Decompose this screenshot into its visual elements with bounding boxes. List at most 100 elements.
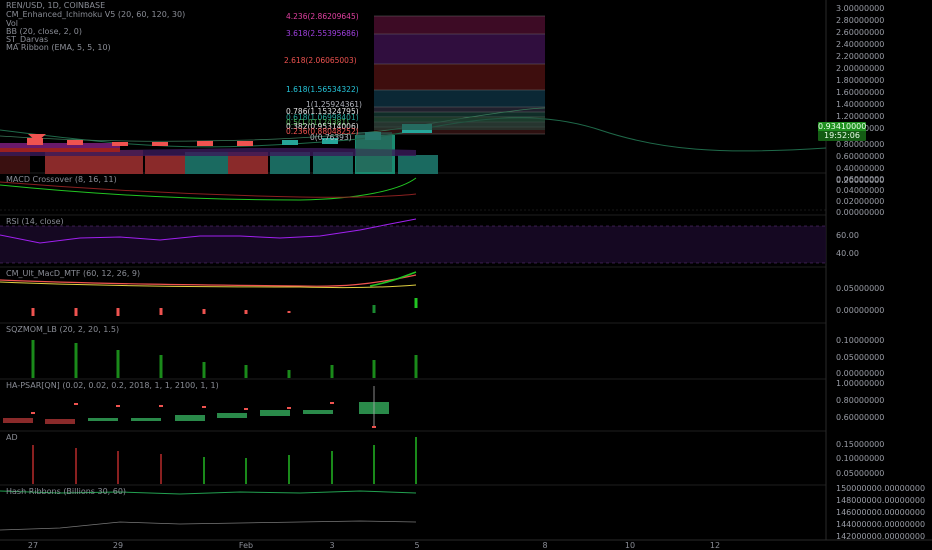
time-axis-label: 3 — [329, 541, 335, 550]
price-axis-label: 2.00000000 — [836, 64, 885, 73]
ad-pane-title[interactable]: AD — [6, 433, 18, 442]
rsi-axis-label: 60.00 — [836, 231, 859, 240]
psar-candle — [88, 418, 118, 421]
sqz-bar — [244, 365, 248, 378]
sqz-bar — [372, 360, 376, 378]
psar-candle — [217, 413, 247, 418]
macd-axis-label: 0.04000000 — [836, 186, 885, 195]
psar-dot — [372, 426, 376, 428]
signal-line — [0, 181, 417, 198]
sqz-bar — [31, 340, 35, 378]
macd-pane-title[interactable]: MACD Crossover (8, 16, 11) — [6, 175, 117, 184]
psar-dot — [202, 406, 206, 408]
candle — [67, 140, 83, 145]
chart-workspace[interactable]: REN/USD, 1D, COINBASE CM_Enhanced_Ichimo… — [0, 0, 932, 550]
ad-axis-label: 0.10000000 — [836, 454, 885, 463]
psar-candle — [45, 419, 75, 424]
time-axis-label: 27 — [27, 541, 39, 550]
cm-macd-axis-label: 0.05000000 — [836, 284, 885, 293]
psar-dot — [74, 403, 78, 405]
fib-band — [374, 16, 545, 34]
cm-histogram-bar — [159, 308, 163, 315]
ad-bar — [203, 457, 205, 484]
zone-box — [374, 118, 545, 130]
macd-axis-label: 0.00000000 — [836, 208, 885, 217]
candle — [282, 140, 298, 145]
fib-band — [374, 34, 545, 64]
price-axis-label: 2.40000000 — [836, 40, 885, 49]
candle — [112, 142, 128, 146]
ad-bar — [32, 445, 34, 484]
fib-band — [374, 112, 545, 117]
highlight-box — [356, 132, 392, 172]
time-axis-label: 5 — [414, 541, 420, 550]
cm-macd-pane-title[interactable]: CM_Ult_MacD_MTF (60, 12, 26, 9) — [6, 269, 140, 278]
hash-axis-label: 144000000.00000000 — [836, 520, 926, 529]
cm-histogram-bar — [116, 308, 120, 316]
psar-candle — [131, 418, 161, 421]
fib-level-label[interactable]: 0(0.76393) — [310, 133, 352, 142]
sqz-bar — [116, 350, 120, 378]
ad-bar — [415, 437, 417, 484]
psar-candle — [175, 415, 205, 421]
hash-ribbon-slow — [0, 520, 417, 531]
sqzmom-axis-label: 0.00000000 — [836, 369, 885, 378]
psar-candle — [303, 410, 333, 414]
indicator-label[interactable]: MA Ribbon (EMA, 5, 5, 10) — [6, 43, 111, 52]
price-axis-label: 1.60000000 — [836, 88, 885, 97]
psar-axis-label: 1.00000000 — [836, 379, 885, 388]
sqz-bar — [414, 355, 418, 378]
rsi-pane-title[interactable]: RSI (14, close) — [6, 217, 64, 226]
sqzmom-axis-label: 0.05000000 — [836, 353, 885, 362]
time-axis-label: 10 — [624, 541, 636, 550]
countdown-tag: 19:52:06 — [818, 131, 866, 141]
ad-bar — [288, 455, 290, 484]
fib-band — [374, 107, 545, 112]
time-axis-label: 12 — [709, 541, 721, 550]
price-axis-label: 2.60000000 — [836, 28, 885, 37]
psar-dot — [31, 412, 35, 414]
fib-level-label[interactable]: 2.618(2.06065003) — [284, 56, 357, 65]
psar-dot — [244, 408, 248, 410]
fib-band — [374, 64, 545, 90]
price-axis-label: 3.00000000 — [836, 4, 885, 13]
sqz-bar — [202, 362, 206, 378]
ad-axis-label: 0.05000000 — [836, 469, 885, 478]
volume-bar — [398, 155, 438, 174]
macd-axis-label: 0.06000000 — [836, 175, 885, 184]
candle — [197, 141, 213, 146]
psar-dot — [159, 405, 163, 407]
sqz-bar — [74, 343, 78, 378]
price-axis-label: 1.80000000 — [836, 76, 885, 85]
price-axis-label: 2.80000000 — [836, 16, 885, 25]
time-axis-label: 8 — [542, 541, 548, 550]
cm-histogram-bar — [372, 305, 376, 313]
psar-axis-label: 0.80000000 — [836, 396, 885, 405]
volume-bar — [145, 155, 185, 174]
psar-pane-title[interactable]: HA-PSAR[QN] (0.02, 0.02, 0.2, 2018, 1, 1… — [6, 381, 219, 390]
cm-histogram-bar — [74, 308, 78, 316]
candle — [237, 141, 253, 146]
sqzmom-pane-title[interactable]: SQZMOM_LB (20, 2, 20, 1.5) — [6, 325, 119, 334]
hash-axis-label: 142000000.00000000 — [836, 532, 926, 541]
price-axis-label: 2.20000000 — [836, 52, 885, 61]
price-axis-label: 1.20000000 — [836, 112, 885, 121]
fib-level-label[interactable]: 4.236(2.86209645) — [286, 12, 359, 21]
cm-histogram-bar — [202, 309, 206, 314]
psar-dot — [287, 407, 291, 409]
cm-macd-axis-label: 0.00000000 — [836, 306, 885, 315]
fib-level-label[interactable]: 3.618(2.55395686) — [286, 29, 359, 38]
price-axis-label: 1.40000000 — [836, 100, 885, 109]
ad-axis-label: 0.15000000 — [836, 440, 885, 449]
fib-band — [374, 90, 545, 107]
hash-pane-title[interactable]: Hash Ribbons (Billions 30, 60) — [6, 487, 126, 496]
cm-histogram-bar — [414, 298, 418, 308]
indicator-label[interactable]: CM_Enhanced_Ichimoku V5 (20, 60, 120, 30… — [6, 10, 185, 19]
rsi-axis-label: 40.00 — [836, 249, 859, 258]
fib-level-label[interactable]: 1.618(1.56534322) — [286, 85, 359, 94]
macd-axis-label: 0.02000000 — [836, 197, 885, 206]
time-axis-label: Feb — [238, 541, 254, 550]
hash-axis-label: 150000000.00000000 — [836, 484, 926, 493]
psar-candle — [3, 418, 33, 423]
ma-ribbon — [0, 143, 120, 148]
